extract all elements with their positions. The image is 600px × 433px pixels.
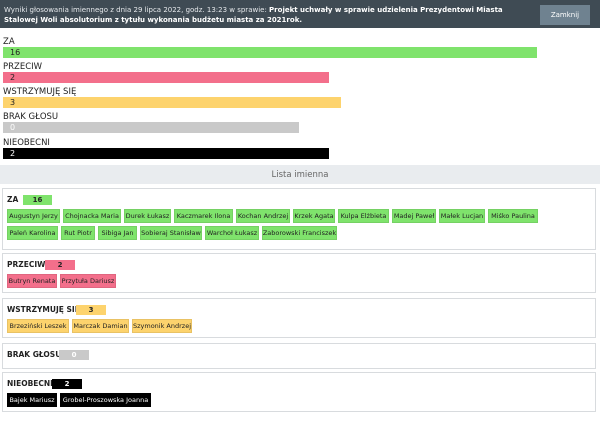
- group-count-przeciw: 2: [45, 260, 75, 270]
- vote-description: Wyniki głosowania imiennego z dnia 29 li…: [4, 5, 524, 25]
- group-przeciw: PRZECIW 2 Butryn Renata Przytuła Dariusz: [2, 253, 596, 293]
- group-title-nieobecni: NIEOBECNI: [7, 379, 53, 388]
- voter-tag: Butryn Renata: [7, 274, 57, 288]
- summary-bar-przeciw: 2: [3, 72, 329, 83]
- voter-tag: Małek Lucjan: [439, 209, 485, 223]
- group-title-przeciw: PRZECIW: [7, 260, 46, 269]
- voter-tag: Madej Paweł: [392, 209, 436, 223]
- group-title-wstrzymuje: WSTRZYMUJĘ SIĘ: [7, 305, 80, 314]
- summary-value-przeciw: 2: [10, 73, 16, 82]
- summary-value-wstrzymuje: 3: [10, 98, 16, 107]
- voter-tag: Szymonik Andrzej: [132, 319, 192, 333]
- group-title-brak: BRAK GŁOSU: [7, 350, 62, 359]
- summary-label-nieobecni: NIEOBECNI: [3, 138, 50, 148]
- summary-label-brak: BRAK GŁOSU: [3, 112, 59, 122]
- voter-tag: Grobel-Proszowska Joanna: [60, 393, 151, 407]
- voter-tag: Kulpa Elżbieta: [338, 209, 389, 223]
- group-count-nieobecni: 2: [52, 379, 82, 389]
- voter-tag: Miśko Paulina: [488, 209, 538, 223]
- voter-tag: Bajek Mariusz: [7, 393, 57, 407]
- voter-tag: Marczak Damian: [72, 319, 129, 333]
- voter-tag: Durek Łukasz: [124, 209, 171, 223]
- voter-tag: Kochan Andrzej: [236, 209, 290, 223]
- group-count-za: 16: [23, 195, 52, 205]
- group-count-brak: 0: [59, 350, 89, 360]
- summary-label-za: ZA: [3, 37, 15, 47]
- summary-bar-wstrzymuje: 3: [3, 97, 341, 108]
- summary-label-wstrzymuje: WSTRZYMUJĘ SIĘ: [3, 87, 77, 97]
- voter-tag: Paleń Karolina: [7, 226, 58, 240]
- vote-date-prefix: Wyniki głosowania imiennego z dnia 29 li…: [4, 6, 270, 14]
- voter-tag: Sobieraj Stanisław: [140, 226, 202, 240]
- summary-label-przeciw: PRZECIW: [3, 62, 43, 72]
- summary-value-brak: 0: [10, 123, 16, 132]
- voter-tag: Kaczmarek Ilona: [174, 209, 233, 223]
- group-count-wstrzymuje: 3: [76, 305, 106, 315]
- summary-value-nieobecni: 2: [10, 149, 16, 158]
- voter-tag: Przytuła Dariusz: [60, 274, 116, 288]
- group-wstrzymuje: WSTRZYMUJĘ SIĘ 3 Brzeziński Leszek Marcz…: [2, 298, 596, 338]
- voter-tag: Krzek Agata: [293, 209, 335, 223]
- voter-tag: Augustyn Jerzy: [7, 209, 60, 223]
- voter-tag: Brzeziński Leszek: [7, 319, 69, 333]
- summary-bar-brak: 0: [3, 122, 299, 133]
- voter-tag: Warchoł Łukasz: [205, 226, 259, 240]
- summary-bar-za: 16: [3, 47, 537, 58]
- voter-tag: Rut Piotr: [61, 226, 95, 240]
- roll-call-list-title: Lista imienna: [0, 165, 600, 184]
- group-nieobecni: NIEOBECNI 2 Bajek Mariusz Grobel-Proszow…: [2, 372, 596, 412]
- close-button[interactable]: Zamknij: [540, 5, 590, 25]
- group-za: ZA 16 Augustyn Jerzy Chojnacka Maria Dur…: [2, 188, 596, 250]
- voter-tag: Chojnacka Maria: [63, 209, 121, 223]
- summary-bar-nieobecni: 2: [3, 148, 329, 159]
- vote-header: Wyniki głosowania imiennego z dnia 29 li…: [0, 0, 600, 28]
- group-title-za: ZA: [7, 195, 19, 204]
- group-brak: BRAK GŁOSU 0: [2, 343, 596, 369]
- voter-tag: Sibiga Jan: [98, 226, 137, 240]
- summary-value-za: 16: [10, 48, 21, 57]
- voter-tag: Zaborowski Franciszek: [262, 226, 337, 240]
